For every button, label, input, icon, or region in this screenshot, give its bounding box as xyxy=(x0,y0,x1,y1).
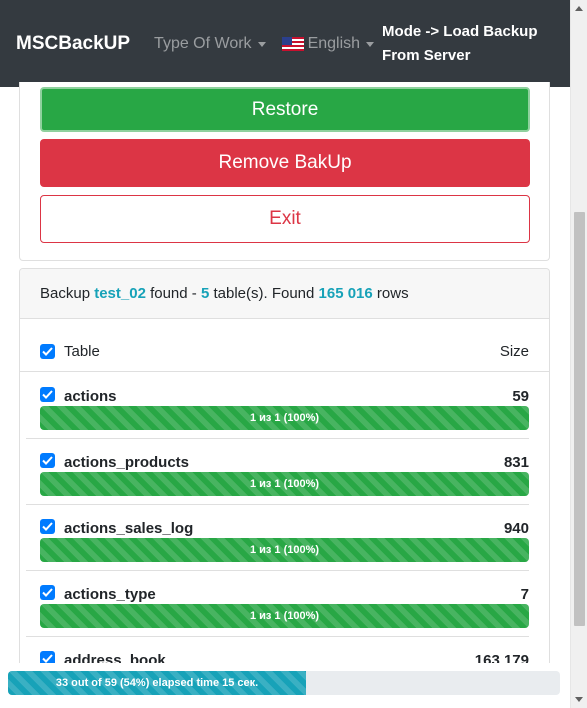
row-progress-bar: 1 из 1 (100%) xyxy=(40,406,529,430)
global-progress-bar: 33 out of 59 (54%) elapsed time 15 сек. xyxy=(8,671,560,695)
select-all-checkbox[interactable] xyxy=(40,344,55,359)
row-checkbox[interactable] xyxy=(40,585,55,600)
mode-line-1: Mode -> Load Backup xyxy=(382,22,538,40)
type-of-work-dropdown[interactable]: Type Of Work xyxy=(154,35,266,53)
scroll-down-arrow-icon[interactable] xyxy=(575,697,583,702)
brand-logo[interactable]: MSCBackUP xyxy=(16,33,130,55)
summary-prefix: Backup xyxy=(40,285,95,302)
row-count: 165 016 xyxy=(318,285,373,302)
table-header: Table Size xyxy=(20,320,549,372)
row-progress-fill: 1 из 1 (100%) xyxy=(40,472,529,496)
row-progress-bar: 1 из 1 (100%) xyxy=(40,604,529,628)
table-size: 59 xyxy=(512,388,529,405)
table-count: 5 xyxy=(200,285,210,302)
check-icon xyxy=(42,390,53,399)
table-row: actions_sales_log 940 1 из 1 (100%) xyxy=(26,505,529,571)
backup-summary: Backup test_02 found - 5 table(s). Found… xyxy=(20,269,549,319)
mode-indicator: Mode -> Load Backup From Server xyxy=(382,20,537,68)
table-row: actions_products 831 1 из 1 (100%) xyxy=(26,439,529,505)
table-name: actions_sales_log xyxy=(64,520,194,537)
vertical-scrollbar[interactable] xyxy=(570,0,587,708)
language-dropdown[interactable]: English xyxy=(281,34,375,53)
row-checkbox[interactable] xyxy=(40,519,55,534)
type-of-work-label: Type Of Work xyxy=(154,34,252,52)
row-progress-fill: 1 из 1 (100%) xyxy=(40,604,529,628)
table-size: 7 xyxy=(520,586,529,603)
row-progress-bar: 1 из 1 (100%) xyxy=(40,472,529,496)
exit-button[interactable]: Exit xyxy=(40,195,530,243)
check-icon xyxy=(42,347,53,356)
row-progress-fill: 1 из 1 (100%) xyxy=(40,538,529,562)
size-column-header: Size xyxy=(499,343,529,360)
table-size: 940 xyxy=(503,520,529,537)
table-row: actions 59 1 из 1 (100%) xyxy=(26,373,529,439)
table-name: actions_type xyxy=(64,586,156,603)
actions-card: Restore Remove BakUp Exit xyxy=(19,82,550,261)
table-column-header: Table xyxy=(64,343,100,360)
summary-found-text: found - xyxy=(145,285,201,302)
language-label: English xyxy=(307,34,361,52)
backup-name: test_02 xyxy=(94,285,146,302)
check-icon xyxy=(42,654,53,663)
navbar: MSCBackUP Type Of Work English Mode -> L… xyxy=(0,0,570,87)
summary-rows-text: rows xyxy=(372,285,409,302)
table-row: actions_type 7 1 из 1 (100%) xyxy=(26,571,529,637)
row-progress-bar: 1 из 1 (100%) xyxy=(40,538,529,562)
scroll-up-arrow-icon[interactable] xyxy=(575,6,583,11)
scrollbar-thumb[interactable] xyxy=(574,212,585,626)
row-checkbox[interactable] xyxy=(40,453,55,468)
restore-button[interactable]: Restore xyxy=(40,87,530,132)
global-progress-fill: 33 out of 59 (54%) elapsed time 15 сек. xyxy=(8,671,307,695)
row-progress-fill: 1 из 1 (100%) xyxy=(40,406,529,430)
global-progress-area: 33 out of 59 (54%) elapsed time 15 сек. xyxy=(0,663,570,708)
tables-card: Backup test_02 found - 5 table(s). Found… xyxy=(19,268,550,708)
us-flag-icon xyxy=(281,36,304,51)
table-name: actions xyxy=(64,388,117,405)
summary-tables-text: table(s). Found xyxy=(209,285,319,302)
check-icon xyxy=(42,588,53,597)
caret-down-icon xyxy=(257,41,266,47)
check-icon xyxy=(42,456,53,465)
caret-down-icon xyxy=(366,41,375,47)
table-size: 831 xyxy=(503,454,529,471)
mode-line-2: From Server xyxy=(382,46,471,64)
remove-backup-button[interactable]: Remove BakUp xyxy=(40,139,530,187)
check-icon xyxy=(42,522,53,531)
table-name: actions_products xyxy=(64,454,190,471)
row-checkbox[interactable] xyxy=(40,387,55,402)
